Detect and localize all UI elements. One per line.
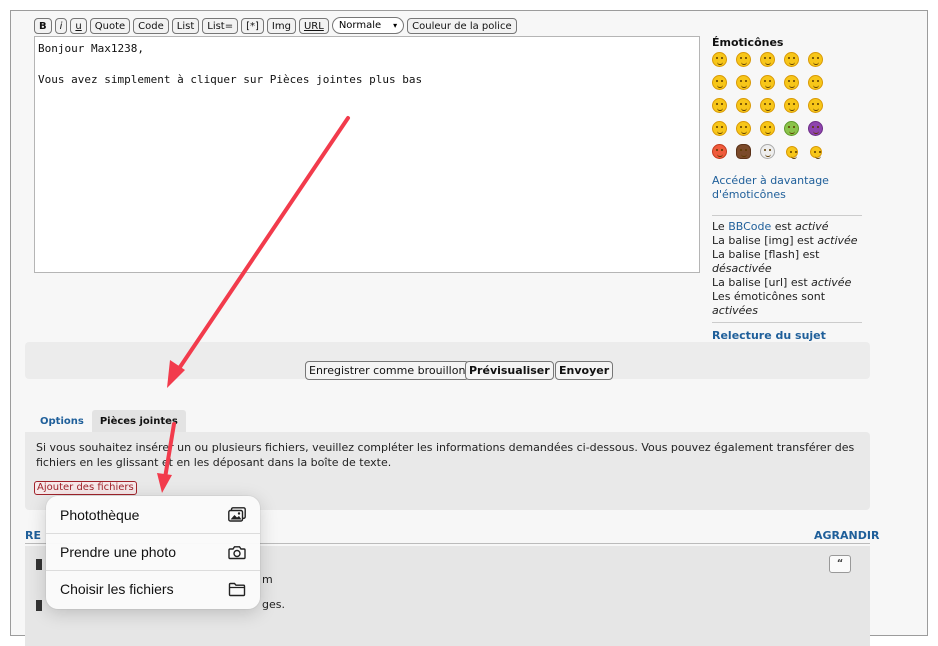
review-header-label: RE <box>25 529 41 542</box>
message-textarea[interactable]: Bonjour Max1238, Vous avez simplement à … <box>34 36 700 273</box>
tab-options[interactable]: Options <box>32 410 92 433</box>
confused-icon[interactable] <box>712 75 727 90</box>
save-draft-button[interactable]: Enregistrer comme brouillon <box>305 361 470 380</box>
topic-review-link[interactable]: Relecture du sujet <box>712 329 826 342</box>
menu-item-photo-library[interactable]: Photothèque <box>46 496 260 533</box>
skull-icon[interactable] <box>760 144 775 159</box>
flash-status-line: La balise [flash] est désactivée <box>712 248 820 275</box>
review-text-fragment: ges. <box>262 598 285 611</box>
smilies-title: Émoticônes <box>712 36 784 49</box>
embarrassed-icon[interactable] <box>712 98 727 113</box>
geek-icon[interactable] <box>712 121 727 136</box>
sick-icon[interactable] <box>784 121 799 136</box>
photo-library-icon <box>228 507 246 523</box>
url-status-line: La balise [url] est activée <box>712 276 852 289</box>
review-text-fragment: m <box>262 573 273 586</box>
thinking-icon[interactable] <box>736 121 751 136</box>
bbcode-status: Le BBCode est activé La balise [img] est… <box>712 220 872 318</box>
camera-icon <box>228 544 246 560</box>
menu-item-label: Choisir les fichiers <box>60 581 174 597</box>
shocked-icon[interactable] <box>808 52 823 67</box>
submit-button[interactable]: Envoyer <box>555 361 614 380</box>
angry-icon[interactable] <box>712 144 727 159</box>
smilies-divider <box>712 215 862 216</box>
quote-post-button[interactable]: “ <box>829 555 851 573</box>
bold-button[interactable]: B <box>34 17 52 34</box>
ugeek-icon[interactable] <box>760 121 775 136</box>
surprised-icon[interactable] <box>784 52 799 67</box>
review-text-fragment-dark <box>36 600 42 611</box>
cool-icon[interactable] <box>736 75 751 90</box>
italic-button[interactable]: i <box>54 17 68 34</box>
list-button[interactable]: List <box>171 17 200 34</box>
font-size-select[interactable]: Normale ▾ <box>331 17 405 34</box>
code-button[interactable]: Code <box>133 17 169 34</box>
razz-icon[interactable] <box>808 75 823 90</box>
bbcode-help-link[interactable]: BBCode <box>728 220 771 233</box>
img-status-line: La balise [img] est activée <box>712 234 858 247</box>
tab-attachments[interactable]: Pièces jointes <box>91 410 186 433</box>
list-item-button[interactable]: [*] <box>241 17 264 34</box>
quote-button[interactable]: Quote <box>89 17 131 34</box>
smile-icon[interactable] <box>736 52 751 67</box>
rolling-eyes-icon[interactable] <box>760 98 775 113</box>
img-button[interactable]: Img <box>266 17 296 34</box>
file-source-menu: Photothèque Prendre une photo Choisir le… <box>46 496 260 609</box>
ordered-list-button[interactable]: List= <box>202 17 239 34</box>
smilies-grid <box>712 52 832 159</box>
attachments-help-text: Si vous souhaitez insérer un ou plusieur… <box>36 441 855 469</box>
underline-button[interactable]: u <box>70 17 87 34</box>
status-divider <box>712 322 862 323</box>
font-color-button[interactable]: Couleur de la police <box>407 17 517 34</box>
expand-review-link[interactable]: AGRANDIR <box>814 529 879 542</box>
poop-icon[interactable] <box>736 144 751 159</box>
smilies-status-line: Les émoticônes sont activées <box>712 290 826 317</box>
menu-item-take-photo[interactable]: Prendre une photo <box>46 533 260 570</box>
add-files-button[interactable]: Ajouter des fichiers <box>34 481 137 495</box>
menu-item-label: Prendre une photo <box>60 544 176 560</box>
font-size-value: Normale <box>338 20 382 31</box>
editor-tabs: Options Pièces jointes <box>32 410 186 433</box>
menu-item-label: Photothèque <box>60 506 140 523</box>
menu-item-choose-files[interactable]: Choisir les fichiers <box>46 570 260 607</box>
exclamation-icon[interactable] <box>786 146 798 159</box>
neutral-icon[interactable] <box>808 98 823 113</box>
updown-chevron-icon: ▾ <box>393 21 398 30</box>
smile-grin-icon[interactable] <box>712 52 727 67</box>
sad-icon[interactable] <box>760 52 775 67</box>
question-icon[interactable] <box>810 146 822 159</box>
evil-icon[interactable] <box>808 121 823 136</box>
review-text-fragment-dark <box>36 559 42 570</box>
wink-icon[interactable] <box>784 98 799 113</box>
mad-icon[interactable] <box>784 75 799 90</box>
folder-icon <box>228 581 246 597</box>
bbcode-toolbar: B i u Quote Code List List= [*] Img URL … <box>34 17 517 34</box>
preview-button[interactable]: Prévisualiser <box>465 361 554 380</box>
bbcode-status-line: Le BBCode est activé <box>712 220 829 233</box>
url-button[interactable]: URL <box>298 17 329 34</box>
more-smilies-link[interactable]: Accéder à davantage d'émoticônes <box>712 174 872 202</box>
crying-icon[interactable] <box>736 98 751 113</box>
laughing-icon[interactable] <box>760 75 775 90</box>
